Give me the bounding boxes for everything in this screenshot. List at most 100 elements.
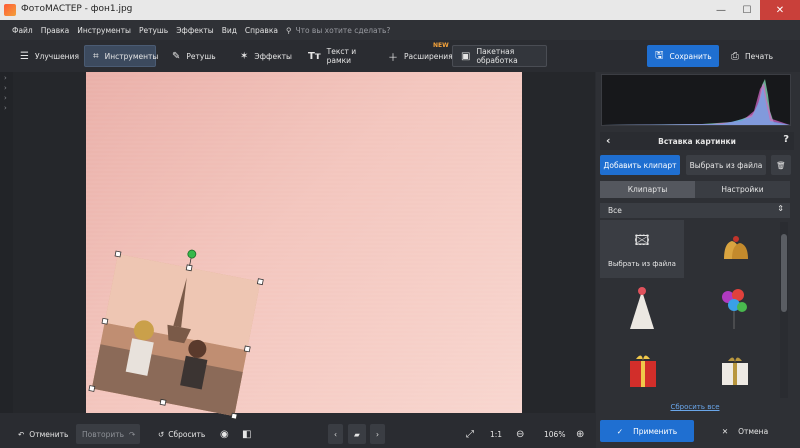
panel-tabs: Клипарты Настройки [600,181,790,198]
menu-tools[interactable]: Инструменты [77,26,131,35]
undo-label: Отменить [29,429,69,439]
images-icon: ▣ [461,50,471,62]
menu-file[interactable]: Файл [12,26,33,35]
search-icon: ⚲ [285,25,292,35]
redo-icon: ↷ [129,429,136,439]
reset-all-link[interactable]: Сбросить все [600,403,790,411]
prev-image-button[interactable]: ‹ [328,424,343,444]
delete-button[interactable]: 🗑 [771,155,791,175]
compare-icon: ◧ [242,428,252,440]
menu-view[interactable]: Вид [222,26,237,35]
reset-label: Сбросить [168,429,206,439]
close-button[interactable]: ✕ [760,0,800,20]
cancel-button[interactable]: ✕ Отмена [698,420,792,442]
help-icon[interactable]: ? [783,134,789,145]
menu-effects[interactable]: Эффекты [176,26,214,35]
fit-screen-icon: ⤢ [466,428,474,440]
clipart-bells[interactable] [692,220,776,278]
clipart-grid: 🖾 Выбрать из файла [600,220,778,400]
clipart-party-hat[interactable] [600,280,684,338]
apply-button[interactable]: ✓ Применить [600,420,694,442]
menu-retouch[interactable]: Ретушь [139,26,168,35]
actual-size-button[interactable]: 1:1 [484,424,508,444]
undo-button[interactable]: ↶ Отменить [12,424,74,444]
text-icon: Tт [308,50,321,62]
magic-wand-icon: ✶ [240,50,249,62]
zoom-out-button[interactable]: ⊖ [510,424,530,444]
add-clipart-button[interactable]: Добавить клипарт [600,155,680,175]
redo-button[interactable]: Повторить ↷ [76,424,140,444]
tab-label: Улучшения [34,51,79,61]
gift-box-white-icon [722,357,748,385]
canvas-area [13,72,595,420]
check-icon: ✓ [616,426,624,436]
tab-effects[interactable]: ✶ Эффекты [232,45,296,67]
balloons-icon [722,289,747,329]
plus-circle-icon: ⊕ [576,428,585,440]
histogram-graph [602,79,790,125]
bells-icon [724,236,748,259]
reset-button[interactable]: ↺ Сбросить [152,424,211,444]
next-image-button[interactable]: › [370,424,385,444]
chevron-left-icon: ‹ [334,429,337,439]
category-select[interactable]: Все ⇕ [600,203,790,218]
search-box[interactable]: ⚲ Что вы хотите сделать? [286,26,390,35]
panel-header: ‹ Вставка картинки ? [600,132,794,150]
floppy-icon: 🖫 [655,49,664,61]
cancel-label: Отмена [738,426,769,436]
tab-tools[interactable]: ⌗ Инструменты [84,45,159,67]
compare-button[interactable]: ◧ [236,424,257,444]
tab-cliparts[interactable]: Клипарты [600,181,695,198]
file-tile-label: Выбрать из файла [608,260,676,268]
choose-file-tile[interactable]: 🖾 Выбрать из файла [600,220,684,278]
updown-icon: ⇕ [777,204,784,213]
menu-help[interactable]: Справка [245,26,278,35]
save-label: Сохранить [669,51,712,61]
chevron-right-icon[interactable]: › [4,94,13,102]
panel-scrollbar[interactable] [780,222,788,398]
gift-box-red-icon [630,355,656,387]
back-arrow-icon[interactable]: ‹ [606,134,611,147]
open-folder-button[interactable]: ▰ [348,424,366,444]
tab-settings[interactable]: Настройки [695,181,790,198]
chevron-right-icon[interactable]: › [4,74,13,82]
tab-text-frames[interactable]: Tт Текст и рамки [300,45,378,67]
brush-icon: ✎ [172,50,181,62]
minimize-button[interactable]: — [708,0,734,20]
tab-label: Расширения [404,51,453,61]
rotate-handle[interactable] [187,249,197,259]
zoom-level[interactable]: 106% [538,424,571,444]
inserted-clipart-layer[interactable] [73,242,333,420]
chevron-right-icon[interactable]: › [4,84,13,92]
undo-icon: ↶ [18,429,25,439]
tab-label: Пакетная обработка [476,47,518,65]
chevron-right-icon[interactable]: › [4,104,13,112]
clipart-gift-red[interactable] [600,340,684,398]
choose-file-button[interactable]: Выбрать из файла [686,155,766,175]
tab-enhancements[interactable]: ☰ Улучшения [12,45,82,67]
sliders-icon: ☰ [20,50,29,62]
menu-edit[interactable]: Правка [41,26,70,35]
clipart-gift-white[interactable] [692,340,776,398]
redo-label: Повторить [82,429,125,439]
reset-icon: ↺ [158,429,165,439]
maximize-button[interactable]: ☐ [734,0,760,20]
tab-batch[interactable]: ▣ Пакетная обработка [452,45,547,67]
search-placeholder[interactable]: Что вы хотите сделать? [295,26,390,35]
tab-retouch[interactable]: ✎ Ретушь [164,45,228,67]
save-button[interactable]: 🖫 Сохранить [647,45,719,67]
left-collapsed-panel[interactable]: › › › › [0,72,13,413]
panel-title: Вставка картинки [658,136,736,146]
zoom-in-button[interactable]: ⊕ [570,424,590,444]
preview-button[interactable]: ◉ [214,424,235,444]
app-logo-icon [4,4,16,16]
tab-label: Ретушь [186,51,216,61]
tab-label: Инструменты [104,51,159,61]
clipart-balloons[interactable] [692,280,776,338]
apply-label: Применить [633,426,678,436]
party-hat-icon [630,287,654,329]
plus-icon: ＋ [388,52,398,64]
fit-screen-button[interactable]: ⤢ [460,424,480,444]
trash-icon: 🗑 [776,160,786,170]
print-button[interactable]: ⎙ Печать [723,45,783,67]
